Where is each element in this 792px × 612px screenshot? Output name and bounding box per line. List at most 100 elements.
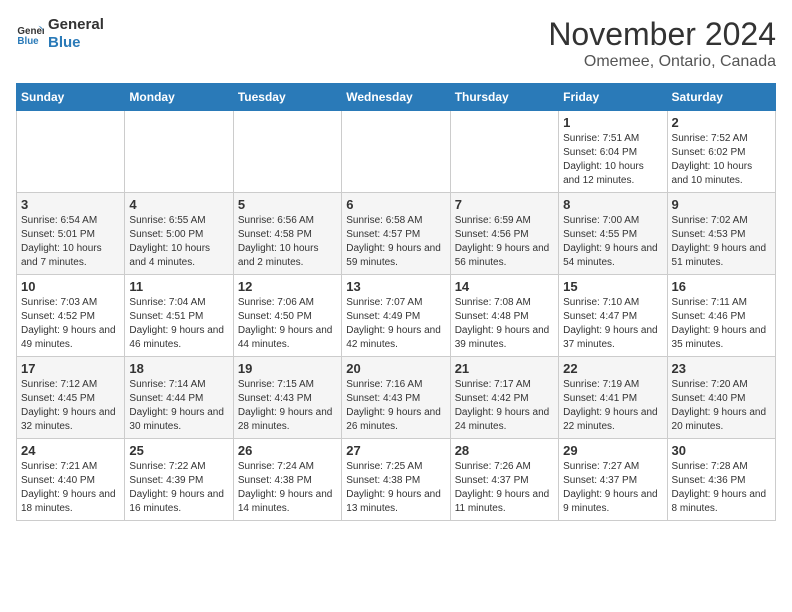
- day-info: Sunrise: 7:11 AM Sunset: 4:46 PM Dayligh…: [672, 296, 771, 352]
- day-info: Sunrise: 7:08 AM Sunset: 4:48 PM Dayligh…: [455, 296, 554, 352]
- calendar-cell: 26 Sunrise: 7:24 AM Sunset: 4:38 PM Dayli…: [233, 439, 341, 521]
- day-number: 17: [21, 361, 120, 376]
- calendar-cell: 24 Sunrise: 7:21 AM Sunset: 4:40 PM Dayli…: [17, 439, 125, 521]
- svg-text:Blue: Blue: [17, 36, 39, 47]
- day-number: 12: [238, 279, 337, 294]
- day-info: Sunrise: 7:10 AM Sunset: 4:47 PM Dayligh…: [563, 296, 662, 352]
- header-cell-saturday: Saturday: [667, 84, 775, 111]
- day-number: 26: [238, 443, 337, 458]
- day-number: 16: [672, 279, 771, 294]
- day-number: 22: [563, 361, 662, 376]
- day-number: 8: [563, 197, 662, 212]
- day-number: 24: [21, 443, 120, 458]
- calendar-cell: 6 Sunrise: 6:58 AM Sunset: 4:57 PM Daylig…: [342, 193, 450, 275]
- calendar-cell: 25Sunrise: 7:22 AM Sunset: 4:39 PM Dayli…: [125, 439, 233, 521]
- calendar-cell: 12 Sunrise: 7:06 AM Sunset: 4:50 PM Dayli…: [233, 275, 341, 357]
- day-info: Sunrise: 6:56 AM Sunset: 4:58 PM Dayligh…: [238, 214, 337, 270]
- day-number: 2: [672, 115, 771, 130]
- day-info: Sunrise: 7:20 AM Sunset: 4:40 PM Dayligh…: [672, 378, 771, 434]
- calendar-cell: 7Sunrise: 6:59 AM Sunset: 4:56 PM Daylig…: [450, 193, 558, 275]
- day-number: 23: [672, 361, 771, 376]
- header-cell-wednesday: Wednesday: [342, 84, 450, 111]
- calendar-cell: 20 Sunrise: 7:16 AM Sunset: 4:43 PM Dayli…: [342, 357, 450, 439]
- header-cell-thursday: Thursday: [450, 84, 558, 111]
- day-info: Sunrise: 7:21 AM Sunset: 4:40 PM Dayligh…: [21, 460, 120, 516]
- day-info: Sunrise: 6:58 AM Sunset: 4:57 PM Dayligh…: [346, 214, 445, 270]
- calendar-cell: [342, 111, 450, 193]
- day-info: Sunrise: 7:28 AM Sunset: 4:36 PM Dayligh…: [672, 460, 771, 516]
- day-number: 28: [455, 443, 554, 458]
- day-info: Sunrise: 7:52 AM Sunset: 6:02 PM Dayligh…: [672, 132, 771, 188]
- day-number: 9: [672, 197, 771, 212]
- day-number: 14: [455, 279, 554, 294]
- calendar-cell: 3Sunrise: 6:54 AM Sunset: 5:01 PM Daylig…: [17, 193, 125, 275]
- calendar-table: SundayMondayTuesdayWednesdayThursdayFrid…: [16, 83, 776, 521]
- day-info: Sunrise: 7:12 AM Sunset: 4:45 PM Dayligh…: [21, 378, 120, 434]
- day-number: 15: [563, 279, 662, 294]
- month-title: November 2024: [548, 16, 776, 53]
- calendar-week-row: 10 Sunrise: 7:03 AM Sunset: 4:52 PM Dayli…: [17, 275, 776, 357]
- day-number: 20: [346, 361, 445, 376]
- header-cell-tuesday: Tuesday: [233, 84, 341, 111]
- calendar-cell: 27 Sunrise: 7:25 AM Sunset: 4:38 PM Dayli…: [342, 439, 450, 521]
- calendar-week-row: 3Sunrise: 6:54 AM Sunset: 5:01 PM Daylig…: [17, 193, 776, 275]
- day-number: 27: [346, 443, 445, 458]
- logo-line2: Blue: [48, 34, 104, 52]
- calendar-header-row: SundayMondayTuesdayWednesdayThursdayFrid…: [17, 84, 776, 111]
- calendar-week-row: 24 Sunrise: 7:21 AM Sunset: 4:40 PM Dayli…: [17, 439, 776, 521]
- day-number: 6: [346, 197, 445, 212]
- day-info: Sunrise: 7:16 AM Sunset: 4:43 PM Dayligh…: [346, 378, 445, 434]
- day-info: Sunrise: 7:04 AM Sunset: 4:51 PM Dayligh…: [129, 296, 228, 352]
- day-number: 3: [21, 197, 120, 212]
- calendar-cell: 11Sunrise: 7:04 AM Sunset: 4:51 PM Dayli…: [125, 275, 233, 357]
- day-number: 29: [563, 443, 662, 458]
- calendar-cell: 9 Sunrise: 7:02 AM Sunset: 4:53 PM Daylig…: [667, 193, 775, 275]
- calendar-cell: [17, 111, 125, 193]
- calendar-cell: 29 Sunrise: 7:27 AM Sunset: 4:37 PM Dayli…: [559, 439, 667, 521]
- day-info: Sunrise: 7:03 AM Sunset: 4:52 PM Dayligh…: [21, 296, 120, 352]
- day-number: 1: [563, 115, 662, 130]
- calendar-cell: 10 Sunrise: 7:03 AM Sunset: 4:52 PM Dayli…: [17, 275, 125, 357]
- logo-icon: General Blue: [16, 20, 44, 48]
- day-info: Sunrise: 7:25 AM Sunset: 4:38 PM Dayligh…: [346, 460, 445, 516]
- calendar-cell: 1 Sunrise: 7:51 AM Sunset: 6:04 PM Daylig…: [559, 111, 667, 193]
- day-number: 21: [455, 361, 554, 376]
- calendar-cell: 18 Sunrise: 7:14 AM Sunset: 4:44 PM Dayli…: [125, 357, 233, 439]
- day-number: 19: [238, 361, 337, 376]
- day-info: Sunrise: 7:07 AM Sunset: 4:49 PM Dayligh…: [346, 296, 445, 352]
- day-info: Sunrise: 7:27 AM Sunset: 4:37 PM Dayligh…: [563, 460, 662, 516]
- day-number: 5: [238, 197, 337, 212]
- day-info: Sunrise: 7:24 AM Sunset: 4:38 PM Dayligh…: [238, 460, 337, 516]
- calendar-cell: 5 Sunrise: 6:56 AM Sunset: 4:58 PM Daylig…: [233, 193, 341, 275]
- calendar-cell: 15 Sunrise: 7:10 AM Sunset: 4:47 PM Dayli…: [559, 275, 667, 357]
- day-info: Sunrise: 6:55 AM Sunset: 5:00 PM Dayligh…: [129, 214, 228, 270]
- calendar-week-row: 17 Sunrise: 7:12 AM Sunset: 4:45 PM Dayli…: [17, 357, 776, 439]
- day-number: 7: [455, 197, 554, 212]
- day-info: Sunrise: 7:14 AM Sunset: 4:44 PM Dayligh…: [129, 378, 228, 434]
- day-number: 18: [129, 361, 228, 376]
- day-info: Sunrise: 7:51 AM Sunset: 6:04 PM Dayligh…: [563, 132, 662, 188]
- day-info: Sunrise: 7:00 AM Sunset: 4:55 PM Dayligh…: [563, 214, 662, 270]
- header-cell-sunday: Sunday: [17, 84, 125, 111]
- logo: General Blue General Blue: [16, 16, 104, 52]
- day-info: Sunrise: 7:19 AM Sunset: 4:41 PM Dayligh…: [563, 378, 662, 434]
- day-info: Sunrise: 7:15 AM Sunset: 4:43 PM Dayligh…: [238, 378, 337, 434]
- calendar-cell: 23 Sunrise: 7:20 AM Sunset: 4:40 PM Dayli…: [667, 357, 775, 439]
- day-number: 30: [672, 443, 771, 458]
- calendar-cell: 14 Sunrise: 7:08 AM Sunset: 4:48 PM Dayli…: [450, 275, 558, 357]
- logo-line1: General: [48, 16, 104, 34]
- day-info: Sunrise: 7:02 AM Sunset: 4:53 PM Dayligh…: [672, 214, 771, 270]
- location-title: Omemee, Ontario, Canada: [548, 53, 776, 71]
- calendar-week-row: 1 Sunrise: 7:51 AM Sunset: 6:04 PM Daylig…: [17, 111, 776, 193]
- day-number: 4: [129, 197, 228, 212]
- calendar-cell: 4 Sunrise: 6:55 AM Sunset: 5:00 PM Daylig…: [125, 193, 233, 275]
- day-number: 13: [346, 279, 445, 294]
- day-info: Sunrise: 7:17 AM Sunset: 4:42 PM Dayligh…: [455, 378, 554, 434]
- calendar-cell: 19 Sunrise: 7:15 AM Sunset: 4:43 PM Dayli…: [233, 357, 341, 439]
- calendar-cell: 8 Sunrise: 7:00 AM Sunset: 4:55 PM Daylig…: [559, 193, 667, 275]
- day-info: Sunrise: 7:22 AM Sunset: 4:39 PM Dayligh…: [129, 460, 228, 516]
- day-info: Sunrise: 7:06 AM Sunset: 4:50 PM Dayligh…: [238, 296, 337, 352]
- title-area: November 2024 Omemee, Ontario, Canada: [548, 16, 776, 71]
- day-number: 10: [21, 279, 120, 294]
- calendar-cell: 17 Sunrise: 7:12 AM Sunset: 4:45 PM Dayli…: [17, 357, 125, 439]
